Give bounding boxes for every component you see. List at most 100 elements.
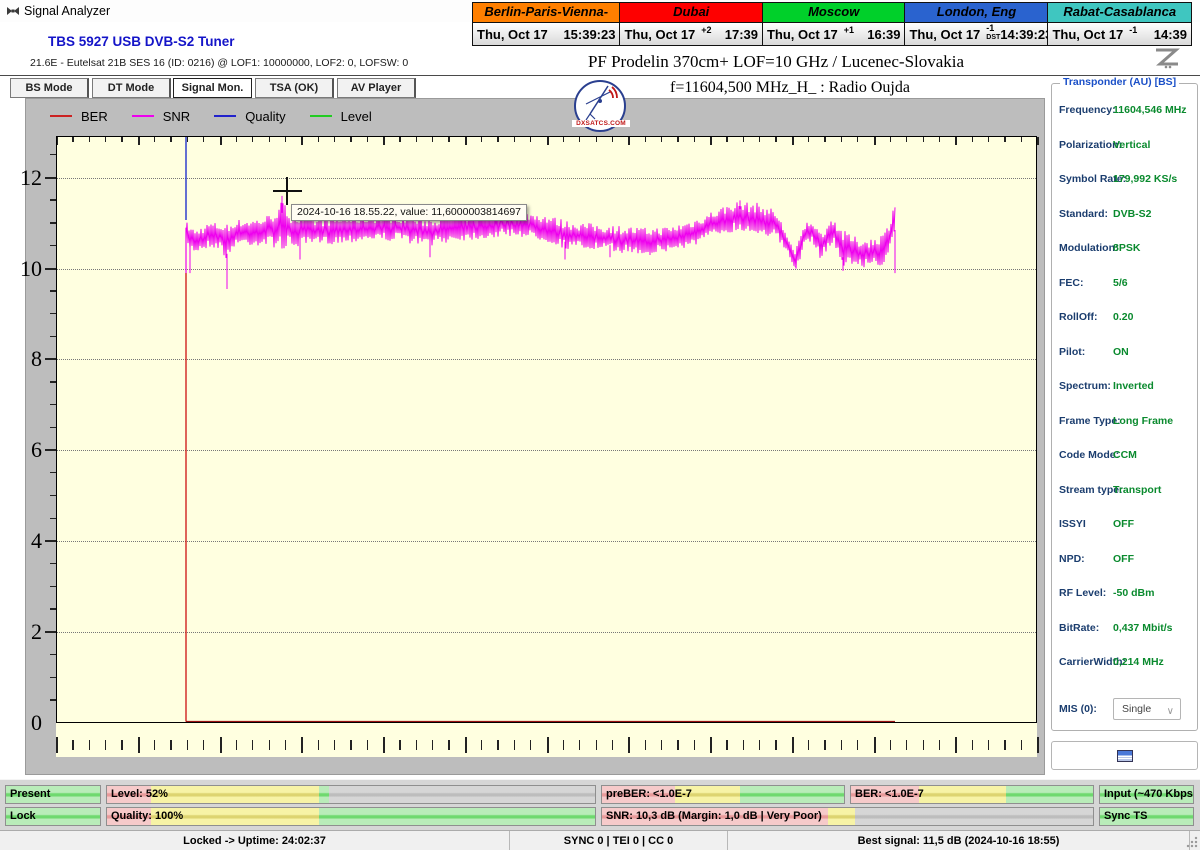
x-tick-top [955, 137, 958, 145]
tp-value-7: ON [1113, 345, 1129, 358]
value-tooltip: 2024-10-16 18.55.22, value: 11,600000381… [291, 204, 528, 221]
x-tick-top [383, 137, 385, 145]
clock-time-value: 17:39 [724, 26, 758, 42]
x-tick-bottom [170, 740, 172, 750]
tp-value-0: 11604,546 MHz [1113, 104, 1187, 116]
clock-utc-offset: -1 [1129, 25, 1138, 35]
signal-bar-quality: Quality: 100% [106, 807, 596, 826]
x-tick-bottom [546, 737, 549, 753]
clock-time-value: 15:39:23 [563, 26, 616, 42]
x-tick-bottom [56, 737, 58, 753]
clock-london-eng: London, Eng Thu, Oct 17 -1 DST 14:39:23 [905, 3, 1052, 45]
x-tick-top [1004, 137, 1006, 142]
y-tick-major [45, 267, 56, 270]
x-tick-bottom [383, 737, 385, 753]
x-tick-bottom [235, 740, 238, 750]
x-tick-bottom [301, 737, 304, 753]
tp-value-2: 179,992 KS/s [1113, 173, 1178, 185]
x-tick-top [284, 137, 287, 142]
y-tick-minor [50, 313, 56, 315]
mis-dropdown[interactable]: Single ∨ [1113, 698, 1181, 720]
x-tick-bottom [595, 740, 597, 750]
x-tick-top [301, 137, 304, 145]
bar-zone-yellow [827, 808, 855, 825]
chart-legend: BER SNR Quality Level [50, 107, 396, 125]
tab-bs-mode[interactable]: BS Mode [10, 78, 89, 98]
clock-time-value: 14:39:23 [1000, 26, 1053, 42]
bar-label: Level: 52% [111, 788, 168, 800]
x-tick-top [677, 137, 679, 142]
x-tick-top [448, 137, 450, 142]
x-tick-bottom [464, 737, 467, 753]
x-tick-top [611, 137, 614, 142]
dish-title: PF Prodelin 370cm+ LOF=10 GHz / Lucenec-… [587, 52, 965, 71]
x-tick-bottom [186, 740, 189, 750]
x-tick-bottom [317, 740, 319, 750]
x-tick-top [121, 137, 123, 142]
bar-zone-yellow [150, 786, 320, 803]
tab-signal-mon-[interactable]: Signal Mon. [173, 78, 252, 98]
tab-tsa-ok-[interactable]: TSA (OK) [255, 78, 334, 98]
tp-label-13: NPD: [1059, 552, 1085, 565]
tp-label-4: Modulation: [1059, 242, 1119, 254]
clock-time-value: 16:39 [867, 26, 901, 42]
x-tick-bottom [889, 740, 892, 750]
tp-value-5: 5/6 [1113, 276, 1128, 289]
resize-grip[interactable] [1186, 836, 1198, 848]
clock-city-label: Moscow [762, 3, 905, 23]
x-tick-top [252, 137, 254, 142]
tp-label-9: Frame Type: [1059, 414, 1121, 427]
y-tick-minor [50, 699, 56, 701]
clock-rabat-casablanca: Rabat-Casablanca Thu, Oct 17 -1 14:39 [1048, 3, 1191, 45]
clock-city-label: Dubai [620, 3, 762, 23]
x-tick-bottom [1020, 740, 1022, 750]
y-tick-minor [50, 335, 56, 338]
tp-value-6: 0.20 [1113, 311, 1134, 323]
tuner-subtitle: 21.6E - Eutelsat 21B SES 16 (ID: 0216) @… [30, 57, 409, 69]
signal-bar-lock: Lock [5, 807, 101, 826]
x-tick-bottom [693, 740, 695, 750]
x-tick-top [660, 137, 663, 142]
x-tick-bottom [644, 740, 646, 750]
x-tick-top [775, 137, 777, 142]
y-tick-minor [50, 403, 56, 406]
legend-item-level: Level [309, 109, 372, 124]
clock-utc-offset: +1 [843, 25, 855, 35]
y-axis-label-12: 12 [20, 164, 42, 190]
bar-label: Input (~470 Kbps) [1104, 788, 1194, 800]
x-tick-top [791, 137, 794, 145]
x-tick-bottom [579, 740, 581, 750]
y-axis-label-10: 10 [20, 255, 42, 281]
card-icon [1116, 749, 1133, 762]
x-tick-top [219, 137, 222, 145]
tp-value-11: Transport [1113, 483, 1162, 496]
x-tick-bottom [530, 740, 532, 750]
x-tick-top [742, 137, 744, 142]
x-tick-top [235, 137, 238, 142]
crosshair-v [286, 177, 288, 205]
x-tick-bottom [497, 740, 499, 750]
transponder-action-button[interactable] [1051, 741, 1198, 770]
x-tick-bottom [726, 740, 728, 750]
bar-zone-gray [329, 786, 595, 803]
tp-label-15: BitRate: [1059, 621, 1100, 634]
x-tick-top [562, 137, 565, 142]
x-tick-bottom [1037, 737, 1039, 753]
clock-date: Thu, Oct 17 [1052, 26, 1124, 42]
world-clocks: Berlin-Paris-Vienna-RomaThu, Oct 1715:39… [472, 2, 1192, 46]
x-tick-top [350, 137, 352, 142]
x-tick-bottom [88, 740, 90, 750]
corner-logo-icon [1156, 48, 1180, 69]
tab-av-player[interactable]: AV Player [337, 78, 416, 98]
tp-value-16: 0,214 MHz [1113, 656, 1164, 668]
tab-dt-mode[interactable]: DT Mode [92, 78, 171, 98]
x-tick-bottom [791, 737, 794, 753]
tp-label-12: ISSYI [1059, 518, 1086, 530]
logo-text: DXSATCS.COM [572, 120, 630, 127]
x-tick-top [366, 137, 368, 142]
x-tick-top [824, 137, 826, 142]
x-tick-top [840, 137, 843, 142]
signal-bars-area: Present Level: 52% preBER: <1.0E-7 BER: <1.… [0, 779, 1200, 831]
x-tick-top [513, 137, 516, 142]
x-tick-top [644, 137, 646, 142]
